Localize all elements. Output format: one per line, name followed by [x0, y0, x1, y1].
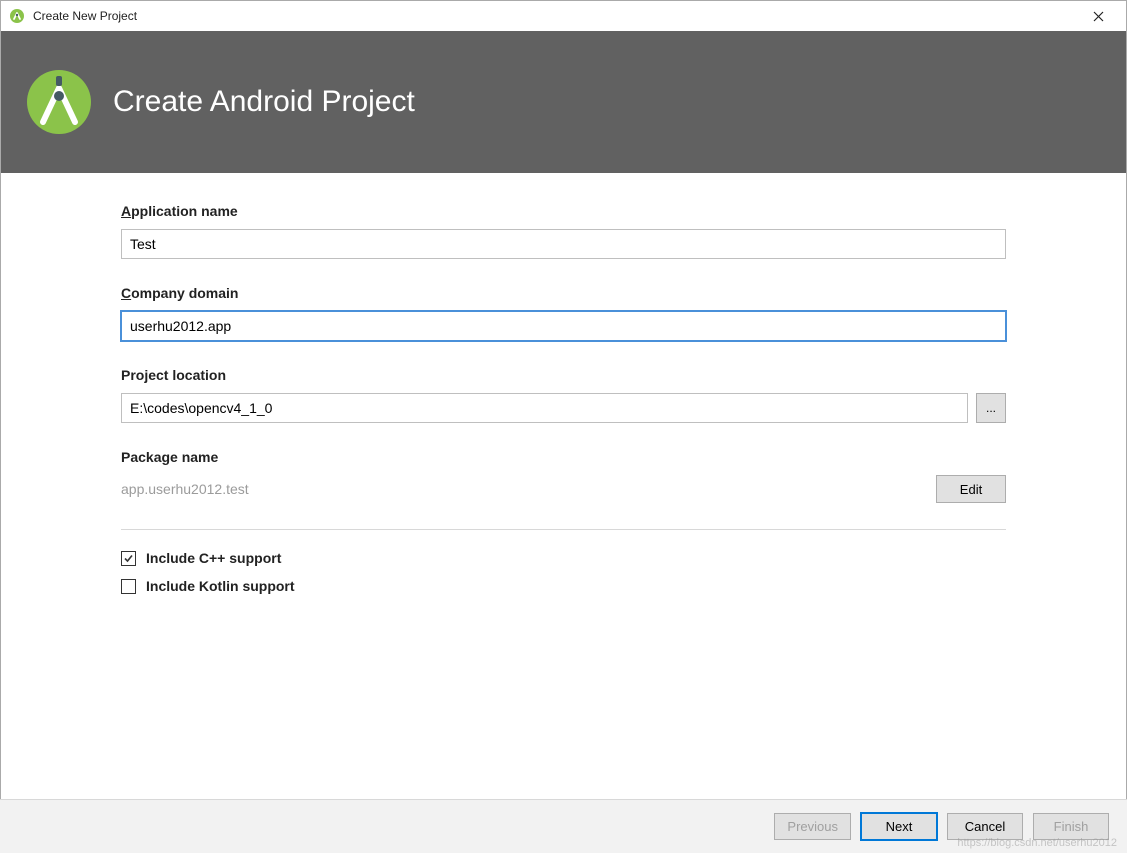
package-name-group: Package name app.userhu2012.test Edit	[121, 449, 1006, 503]
cpp-support-row: Include C++ support	[121, 550, 1006, 566]
titlebar: Create New Project	[1, 1, 1126, 31]
application-name-input[interactable]	[121, 229, 1006, 259]
close-button[interactable]	[1078, 1, 1118, 31]
banner: Create Android Project	[1, 31, 1126, 173]
previous-button[interactable]: Previous	[774, 813, 851, 840]
divider	[121, 529, 1006, 530]
company-domain-group: Company domain	[121, 285, 1006, 341]
project-location-label: Project location	[121, 367, 1006, 383]
kotlin-support-row: Include Kotlin support	[121, 578, 1006, 594]
package-name-label: Package name	[121, 449, 1006, 465]
next-button[interactable]: Next	[861, 813, 937, 840]
banner-heading: Create Android Project	[113, 85, 415, 119]
form-content: Application name Company domain Project …	[1, 173, 1126, 594]
package-name-value: app.userhu2012.test	[121, 481, 249, 497]
cpp-support-checkbox[interactable]	[121, 551, 136, 566]
application-name-label: Application name	[121, 203, 1006, 219]
android-studio-icon	[9, 8, 25, 24]
company-domain-input[interactable]	[121, 311, 1006, 341]
kotlin-support-label: Include Kotlin support	[146, 578, 295, 594]
kotlin-support-checkbox[interactable]	[121, 579, 136, 594]
project-location-group: Project location ...	[121, 367, 1006, 423]
cpp-support-label: Include C++ support	[146, 550, 281, 566]
cancel-button[interactable]: Cancel	[947, 813, 1023, 840]
window-title: Create New Project	[33, 9, 1078, 23]
application-name-group: Application name	[121, 203, 1006, 259]
android-studio-logo-icon	[23, 66, 95, 138]
browse-button[interactable]: ...	[976, 393, 1006, 423]
project-location-input[interactable]	[121, 393, 968, 423]
company-domain-label: Company domain	[121, 285, 1006, 301]
checkmark-icon	[123, 553, 134, 564]
edit-button[interactable]: Edit	[936, 475, 1006, 503]
finish-button[interactable]: Finish	[1033, 813, 1109, 840]
footer: Previous Next Cancel Finish	[0, 799, 1127, 853]
close-icon	[1093, 11, 1104, 22]
